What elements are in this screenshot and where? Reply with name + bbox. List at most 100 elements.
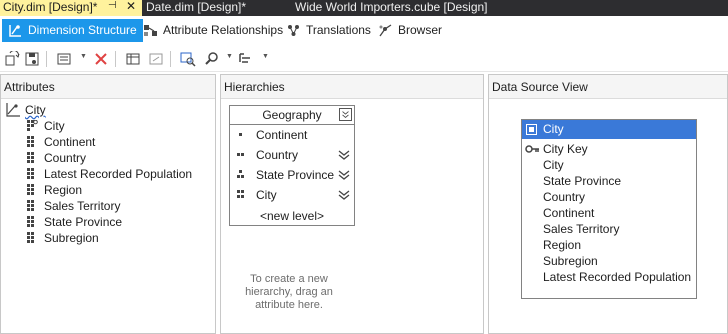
attribute-icon: [27, 152, 34, 163]
dsv-table[interactable]: City City Key City State Province Countr…: [521, 119, 697, 299]
column-label: City: [543, 158, 564, 172]
chevron-down-icon[interactable]: [338, 189, 350, 201]
tab-label: Dimension Structure: [28, 23, 137, 37]
attribute-item[interactable]: Continent: [25, 134, 192, 150]
doc-tab-date-dim[interactable]: Date.dim [Design]*: [143, 0, 249, 16]
table-name: City: [543, 122, 564, 136]
attribute-item[interactable]: Country: [25, 150, 192, 166]
column-label: Sales Territory: [543, 222, 620, 236]
attributes-pane: Attributes City City Continent Country L…: [0, 74, 216, 334]
dsv-column[interactable]: Subregion: [522, 253, 696, 269]
attribute-icon: [27, 200, 34, 211]
dsv-column[interactable]: City: [522, 157, 696, 173]
tab-attribute-relationships[interactable]: Attribute Relationships: [137, 19, 289, 42]
column-label: City Key: [543, 142, 588, 156]
show-list-icon[interactable]: [56, 51, 72, 67]
attribute-item[interactable]: Subregion: [25, 230, 192, 246]
chevron-down-icon[interactable]: [338, 169, 350, 181]
hierarchy-level[interactable]: City: [230, 185, 354, 205]
attribute-item[interactable]: Sales Territory: [25, 198, 192, 214]
doc-tab-label: Wide World Importers.cube [Design]: [295, 0, 488, 14]
attribute-relationships-icon: [144, 25, 157, 36]
level-1-icon: [239, 133, 242, 136]
attribute-label: City: [44, 119, 65, 133]
attribute-label: Sales Territory: [44, 199, 121, 213]
hierarchy-level[interactable]: Country: [230, 145, 354, 165]
hierarchy-hint: To create a new hierarchy, drag an attri…: [245, 273, 333, 311]
new-level-placeholder[interactable]: <new level>: [230, 207, 354, 225]
dsv-column[interactable]: Region: [522, 237, 696, 253]
find-table-icon[interactable]: [180, 51, 196, 67]
level-label: Continent: [256, 128, 308, 142]
column-label: State Province: [543, 174, 622, 188]
attribute-label: Region: [44, 183, 83, 197]
key-attribute-icon: [27, 120, 38, 131]
chevron-down-icon[interactable]: ▼: [226, 53, 233, 60]
dsv-column[interactable]: Latest Recorded Population: [522, 269, 696, 285]
hierarchy-level[interactable]: Continent: [230, 125, 354, 145]
attribute-list: City Continent Country Latest Recorded P…: [25, 118, 192, 246]
dimension-icon: [6, 103, 20, 117]
new-table-icon[interactable]: [125, 51, 141, 67]
dimension-name: City: [25, 103, 46, 117]
attribute-label: State Province: [44, 215, 123, 229]
level-label: State Province: [256, 168, 335, 182]
translations-icon: [288, 25, 299, 36]
close-icon[interactable]: ✕: [126, 0, 136, 13]
collapse-icon[interactable]: [339, 108, 352, 121]
dsv-column[interactable]: Country: [522, 189, 696, 205]
attribute-item[interactable]: City: [25, 118, 192, 134]
column-label: Country: [543, 190, 586, 204]
toolbar-separator: [115, 51, 116, 67]
hierarchy-title[interactable]: Geography: [230, 106, 354, 125]
hierarchy-level[interactable]: State Province: [230, 165, 354, 185]
attribute-item[interactable]: Region: [25, 182, 192, 198]
zoom-icon[interactable]: [204, 51, 220, 67]
dsv-column[interactable]: State Province: [522, 173, 696, 189]
hierarchies-pane: Hierarchies Geography Continent Country …: [220, 74, 484, 334]
doc-tab-city-dim[interactable]: City.dim [Design]*: [0, 0, 142, 16]
attribute-item[interactable]: State Province: [25, 214, 192, 230]
attribute-label: Continent: [44, 135, 96, 149]
doc-tab-label: City.dim [Design]*: [3, 0, 98, 14]
tab-translations[interactable]: Translations: [280, 19, 377, 42]
doc-tab-cube[interactable]: Wide World Importers.cube [Design]: [292, 0, 491, 16]
pane-header: Hierarchies: [221, 75, 483, 99]
arrange-icon[interactable]: [238, 51, 254, 67]
level-3-icon: [237, 170, 244, 178]
tab-label: Translations: [306, 23, 371, 37]
attribute-label: Country: [44, 151, 87, 165]
dsv-table-title[interactable]: City: [522, 120, 696, 139]
tab-label: Browser: [398, 23, 443, 37]
hierarchy-box[interactable]: Geography Continent Country State Provin…: [229, 105, 355, 226]
tab-dimension-structure[interactable]: Dimension Structure: [2, 19, 143, 42]
attribute-item[interactable]: Latest Recorded Population: [25, 166, 192, 182]
process-icon[interactable]: [4, 51, 20, 67]
data-source-view-pane: Data Source View City City Key City Stat…: [488, 74, 728, 334]
tab-browser[interactable]: Browser: [372, 19, 448, 42]
attribute-icon: [27, 136, 34, 147]
level-4-icon: [237, 190, 244, 198]
key-icon: [525, 145, 539, 153]
chevron-down-icon[interactable]: ▼: [262, 53, 269, 60]
dimension-structure-icon: [9, 25, 21, 37]
named-query-icon[interactable]: [148, 51, 164, 67]
browser-icon: [379, 24, 392, 37]
dsv-column[interactable]: Continent: [522, 205, 696, 221]
dsv-column[interactable]: Sales Territory: [522, 221, 696, 237]
table-icon: [526, 124, 537, 135]
doc-tab-label: Date.dim [Design]*: [146, 0, 247, 14]
chevron-down-icon[interactable]: ▼: [80, 53, 87, 60]
column-label: Latest Recorded Population: [543, 270, 692, 284]
level-label: Country: [256, 148, 299, 162]
level-2-icon: [237, 153, 244, 156]
chevron-down-icon[interactable]: [338, 149, 350, 161]
pin-icon[interactable]: ⊣: [108, 0, 117, 11]
dsv-column[interactable]: City Key: [522, 141, 696, 157]
designer-tab-bar: Dimension Structure Attribute Relationsh…: [0, 17, 728, 44]
save-icon[interactable]: [24, 51, 40, 67]
toolbar-separator: [170, 51, 171, 67]
attribute-icon: [27, 232, 34, 243]
delete-icon[interactable]: [93, 51, 109, 67]
attribute-label: Latest Recorded Population: [44, 167, 193, 181]
